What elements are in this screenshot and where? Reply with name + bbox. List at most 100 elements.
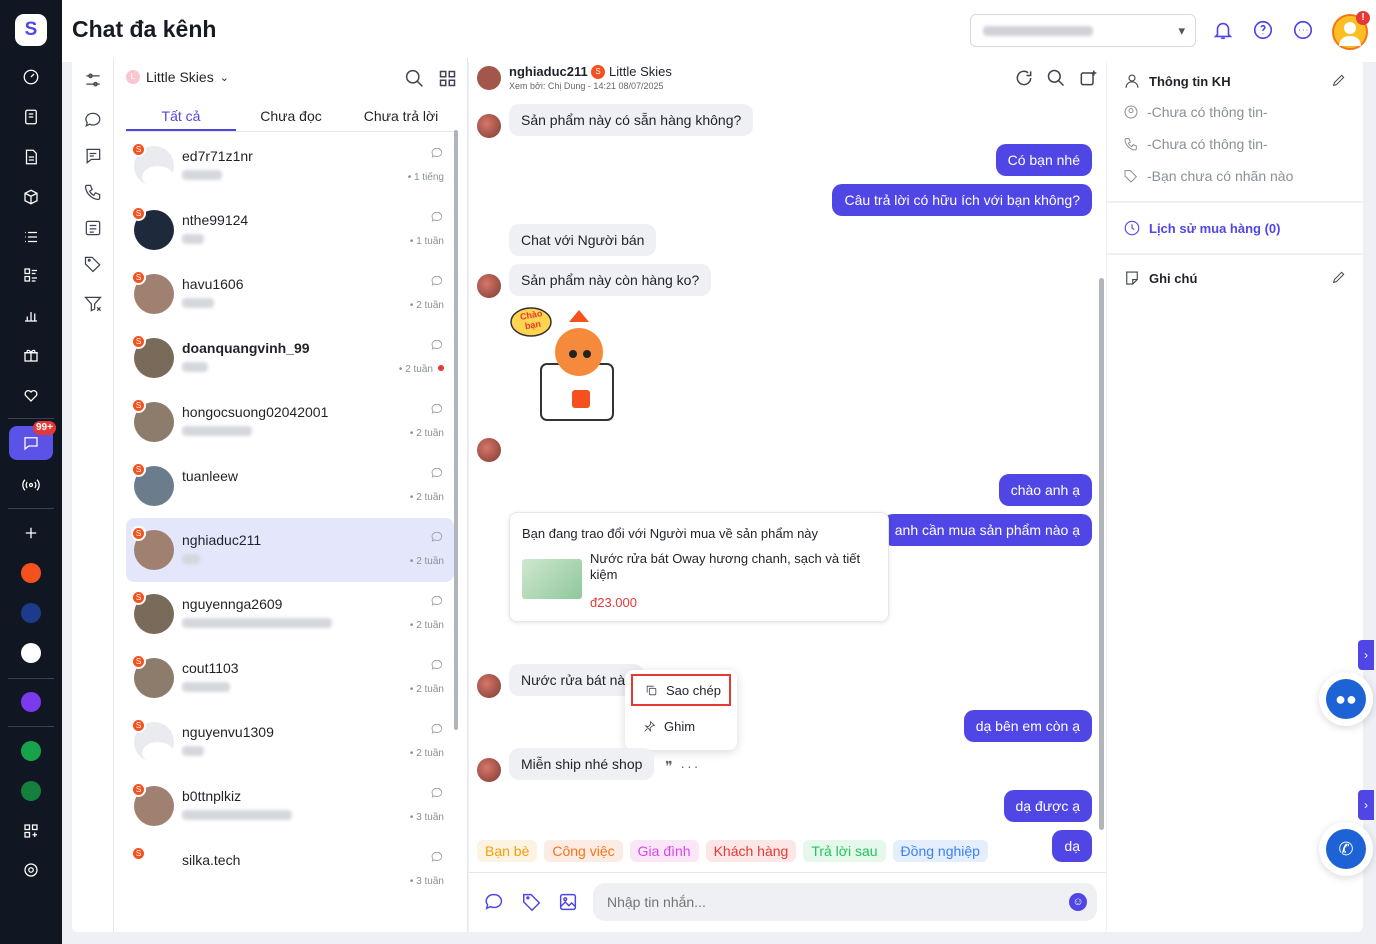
quick-tag[interactable]: Gia đình [629,840,699,862]
message-list: Sản phẩm này có sẵn hàng không? Có bạn n… [469,98,1106,862]
message-bubble[interactable]: Miễn ship nhé shop [509,748,655,780]
settings-gear-icon[interactable] [19,858,43,882]
conversation-item[interactable]: Sb0ttnplkiz • 3 tuần [126,774,454,838]
sticker-image[interactable]: Chào bạn [509,304,621,424]
order-history-link[interactable]: Lịch sử mua hàng (0) [1123,219,1281,237]
customer-avatar[interactable] [477,66,501,90]
conversation-item[interactable]: Shongocsuong02042001 • 2 tuần [126,390,454,454]
conversation-preview [182,618,332,628]
sliders-icon[interactable] [81,68,105,92]
shop-selector[interactable]: ▾ [970,14,1196,47]
shop-filter-dropdown[interactable]: L Little Skies ⌄ [126,69,229,85]
message-bubble[interactable]: Câu trả lời có hữu ích với bạn không? [832,184,1092,216]
gift-icon[interactable] [19,343,43,367]
chat-bubble-icon[interactable] [81,108,105,132]
edit-pencil-icon[interactable] [1331,269,1347,285]
conversation-item[interactable]: Shavu1606 • 2 tuần [126,262,454,326]
quick-reply-icon[interactable] [483,891,505,913]
quick-tag[interactable]: Bạn bè [477,840,538,862]
tiktok-channel-icon[interactable] [21,643,41,663]
help-icon[interactable] [1252,19,1274,41]
tag-icon[interactable] [81,252,105,276]
dashboard-icon[interactable] [19,65,43,89]
chat-shop-name: Little Skies [609,64,672,79]
assistant-bot-button[interactable]: ●● [1319,672,1373,726]
add-icon[interactable] [19,521,43,545]
product-name[interactable]: Nước rửa bát Oway hương chanh, sạch và t… [590,551,880,583]
list-icon[interactable] [19,225,43,249]
message-avatar [477,674,501,698]
search-icon[interactable] [1046,68,1066,88]
heart-icon[interactable] [19,383,43,407]
notes-list-icon[interactable] [81,216,105,240]
quick-tag[interactable]: Đồng nghiệp [892,840,988,862]
more-circle-icon[interactable] [1292,19,1314,41]
customer-labels-row[interactable]: -Bạn chưa có nhãn nào [1123,168,1293,184]
quick-tag[interactable]: Trả lời sau [803,840,886,862]
message-bubble[interactable]: Nước rửa bát này [509,664,645,696]
expand-panel-button[interactable]: › [1358,790,1374,820]
phone-icon[interactable] [81,180,105,204]
chart-icon[interactable] [19,303,43,327]
broadcast-icon[interactable] [19,473,43,497]
message-bubble[interactable]: dạ được ạ [1003,790,1092,822]
green-app-icon[interactable] [21,781,41,801]
message-bubble[interactable]: chào anh ạ [998,474,1092,506]
message-bubble[interactable]: Sản phẩm này có sẵn hàng không? [509,104,754,136]
quick-tag[interactable]: Công việc [544,840,623,862]
conversation-item[interactable]: Scout1103 • 2 tuần [126,646,454,710]
edit-pencil-icon[interactable] [1331,72,1347,88]
shop-name: Little Skies [146,69,214,85]
integration-icon[interactable] [21,692,41,712]
message-bubble[interactable]: Sản phẩm này còn hàng ko? [509,264,712,296]
report-list-icon[interactable] [19,263,43,287]
message-bubble[interactable]: anh cần mua sản phẩm nào ạ [882,514,1092,546]
bell-icon[interactable] [1212,19,1234,41]
message-actions[interactable]: ❞ ··· [665,758,700,775]
expand-panel-button[interactable]: › [1358,640,1374,670]
apps-grid-icon[interactable] [19,819,43,843]
search-icon[interactable] [404,68,425,89]
tab-unanswered[interactable]: Chưa trả lời [346,102,456,131]
comment-icon[interactable] [81,144,105,168]
shopee-channel-icon[interactable] [21,563,41,583]
cart-app-icon[interactable] [21,741,41,761]
conversation-item[interactable]: Snthe99124 • 1 tuần [126,198,454,262]
tag-icon[interactable] [521,891,543,913]
order-icon[interactable] [19,105,43,129]
conversation-scrollbar[interactable] [454,130,458,730]
filter-clear-icon[interactable] [81,292,105,316]
document-icon[interactable] [19,145,43,169]
product-box-icon[interactable] [19,185,43,209]
add-note-icon[interactable] [1078,68,1098,88]
message-input[interactable] [593,883,1097,921]
chat-scrollbar[interactable] [1099,278,1104,830]
message-bubble[interactable]: dạ bên em còn ạ [963,710,1092,742]
lazada-channel-icon[interactable] [21,603,41,623]
message-bubble[interactable]: dạ [1052,830,1092,862]
support-chat-button[interactable]: ✆ [1319,822,1373,876]
message-bubble[interactable]: Có bạn nhé [995,144,1092,176]
copy-menu-item[interactable]: Sao chép [631,674,731,706]
image-icon[interactable] [557,891,579,913]
conversation-item[interactable]: Ssilka.tech • 3 tuần [126,838,454,902]
user-avatar[interactable]: ! [1332,11,1370,50]
product-card[interactable]: Bạn đang trao đổi với Người mua về sản p… [509,512,889,622]
refresh-icon[interactable] [1014,68,1034,88]
pin-menu-item[interactable]: Ghim [631,710,731,742]
emoji-icon[interactable]: ☺ [1069,893,1087,911]
app-logo-icon[interactable]: S [15,14,47,46]
conversation-item[interactable]: Stuanleew • 2 tuần [126,454,454,518]
conversation-item[interactable]: Snguyennga2609 • 2 tuần [126,582,454,646]
message-bubble[interactable]: Chat với Người bán [509,224,657,256]
filter-toolbar [72,58,114,932]
conversation-item[interactable]: Snguyenvu1309 • 2 tuần [126,710,454,774]
conversation-item[interactable]: Sdoanquangvinh_99 • 2 tuần [126,326,454,390]
customer-name[interactable]: nghiaduc211 [509,64,588,79]
conversation-item[interactable]: Sed7r71z1nr • 1 tiếng [126,134,454,198]
quick-tag[interactable]: Khách hàng [705,840,797,862]
grid-icon[interactable] [437,68,458,89]
tab-unread[interactable]: Chưa đọc [236,102,346,131]
conversation-item[interactable]: Snghiaduc211 • 2 tuần [126,518,454,582]
tab-all[interactable]: Tất cả [126,102,236,131]
